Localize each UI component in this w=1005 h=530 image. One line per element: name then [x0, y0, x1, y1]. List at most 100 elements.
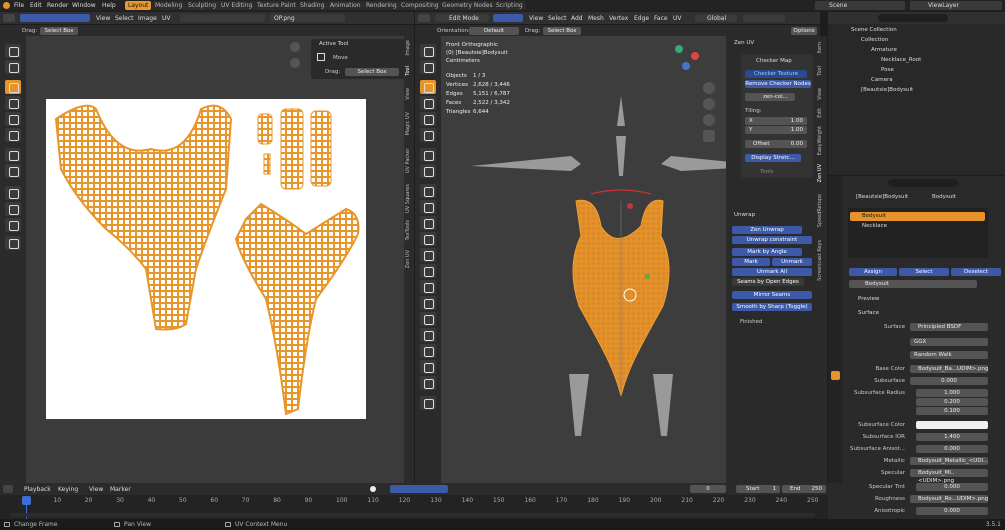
material-slot-necklace[interactable]: Necklace — [862, 223, 887, 229]
vp-menu-add[interactable]: Add — [571, 15, 583, 22]
uv-tool-cursor[interactable] — [5, 44, 21, 58]
vp-tool-scale[interactable] — [420, 112, 436, 126]
vp-tab-tool[interactable]: Tool — [817, 66, 827, 76]
timeline-scrollbar[interactable] — [10, 513, 815, 517]
vp-tool-poly-build[interactable] — [420, 280, 436, 294]
mark-by-angle-button[interactable]: Mark by Angle — [732, 248, 802, 256]
vp-menu-select[interactable]: Select — [548, 15, 567, 22]
finished-label[interactable]: Finished — [740, 319, 763, 325]
uv-menu-view[interactable]: View — [96, 15, 110, 22]
zen-unwrap-button[interactable]: Zen Unwrap — [732, 226, 802, 234]
uv-tool-move[interactable] — [5, 80, 21, 94]
options-button[interactable]: Options — [791, 27, 817, 35]
surface-panel[interactable]: Surface — [858, 310, 879, 316]
prop-subsurface-ior-value[interactable]: 1.400 — [916, 433, 988, 441]
editor-type-icon[interactable] — [3, 14, 15, 22]
uv-tool-rip[interactable] — [5, 164, 21, 178]
timeline-menu-playback[interactable]: Playback — [24, 486, 51, 493]
distribution-field[interactable]: GGX — [910, 338, 988, 346]
uv-tool-relax[interactable] — [5, 202, 21, 216]
mode-selector[interactable]: Edit Mode — [435, 14, 489, 22]
visibility-toggles[interactable] — [976, 37, 1002, 95]
vp-tool-bevel[interactable] — [420, 232, 436, 246]
vp-menu-edge[interactable]: Edge — [634, 15, 649, 22]
prop-subsurface-color-swatch[interactable] — [916, 421, 988, 429]
outliner-bodysuit[interactable]: [Beautsie]Bodysuit — [861, 87, 913, 93]
material-name-field[interactable]: Bodysuit — [849, 280, 977, 288]
unwrap-constraint-button[interactable]: Unwrap constraint — [732, 236, 812, 244]
vp-menu-face[interactable]: Face — [654, 15, 668, 22]
uv-tab-view[interactable]: View — [405, 88, 415, 100]
tab-texture-paint[interactable]: Texture Paint — [254, 1, 299, 10]
prop-roughness-value[interactable]: Bodysuit_Ro...UDIM>.png — [910, 495, 988, 503]
start-frame-field[interactable]: Start 1 — [736, 485, 780, 493]
uv-tool-checker[interactable] — [5, 236, 21, 250]
vp-tab-item[interactable]: Item — [817, 42, 827, 53]
tab-sculpting[interactable]: Sculpting — [185, 1, 220, 10]
view-layer-selector[interactable]: ViewLayer — [910, 1, 1002, 10]
vp-tab-easyweight[interactable]: EasyWeight — [817, 126, 827, 155]
vp-tool-move[interactable] — [420, 80, 436, 94]
material-slot-bodysuit[interactable]: Bodysuit — [850, 212, 985, 221]
vp-tool-cursor[interactable] — [420, 60, 436, 74]
uv-tab-uv-squares[interactable]: UV Squares — [405, 184, 415, 213]
vp-tool-add-cube[interactable] — [420, 184, 436, 198]
vp-tool-annotate[interactable] — [420, 148, 436, 162]
active-tool-drag-select[interactable]: Select Box — [345, 68, 399, 76]
vp-tool-extrude[interactable] — [420, 200, 436, 214]
uv-tab-uv-packer[interactable]: UV Packer — [405, 148, 415, 173]
vp-tool-smooth[interactable] — [420, 312, 436, 326]
prop-base-color-value[interactable]: Bodysuit_Ba...UDIM>.png — [910, 365, 989, 373]
uv-tool-pinch[interactable] — [5, 218, 21, 232]
uv-drag-select[interactable]: Select Box — [40, 27, 78, 35]
tab-modeling[interactable]: Modeling — [152, 1, 186, 10]
vp-tab-zen-uv[interactable]: Zen UV — [817, 164, 827, 182]
record-icon[interactable] — [370, 486, 376, 492]
prop-subsurface-radius-x[interactable]: 1.000 — [916, 389, 988, 397]
vp-menu-uv[interactable]: UV — [673, 15, 682, 22]
prop-specular-value[interactable]: Bodysuit_Mi..<UDIM>.png — [910, 469, 988, 484]
mirror-seams-button[interactable]: Mirror Seams — [732, 291, 812, 299]
uv-menu-select[interactable]: Select — [115, 15, 134, 22]
outliner-search-input[interactable] — [878, 14, 948, 22]
tab-animation[interactable]: Animation — [327, 1, 364, 10]
playhead[interactable] — [22, 496, 31, 505]
uv-toolbar-icons[interactable] — [180, 14, 265, 22]
uv-menu-image[interactable]: Image — [138, 15, 157, 22]
prop-specular-tint-value[interactable]: 0.000 — [916, 483, 988, 491]
timeline-menu-view[interactable]: View — [89, 486, 103, 493]
navigation-gizmo[interactable] — [669, 42, 705, 78]
playback-controls[interactable] — [390, 485, 448, 493]
checker-texture-button[interactable]: Checker Texture — [745, 70, 807, 78]
viewport-editor-type-icon[interactable] — [418, 14, 430, 22]
timeline-ruler[interactable]: 0102030405060708090100110120130140150160… — [0, 496, 828, 506]
seams-by-open-edges-button[interactable]: Seams by Open Edges — [732, 278, 804, 286]
mark-button[interactable]: Mark — [732, 258, 770, 266]
menu-edit[interactable]: Edit — [30, 2, 42, 9]
select-button[interactable]: Select — [899, 268, 949, 276]
prop-metallic-value[interactable]: Bodysuit_Metallic_<UDI... — [910, 457, 988, 465]
vp-tool-select[interactable] — [420, 44, 436, 58]
grid-icon[interactable] — [703, 130, 715, 142]
gizmo-y-axis[interactable] — [675, 45, 683, 53]
uv-tool-transform[interactable] — [5, 128, 21, 142]
vp-drag-select[interactable]: Select Box — [543, 27, 581, 35]
timeline-editor-icon[interactable] — [3, 485, 13, 493]
snapping-icons[interactable] — [743, 14, 785, 22]
uv-select-mode-buttons[interactable] — [20, 14, 90, 22]
select-mode-buttons[interactable] — [493, 14, 523, 22]
assign-button[interactable]: Assign — [849, 268, 897, 276]
scene-selector[interactable]: Scene — [815, 1, 905, 10]
uv-tab-zen-uv[interactable]: Zen UV — [405, 250, 415, 268]
outliner-scene-collection[interactable]: Scene Collection — [851, 27, 897, 33]
prop-subsurface-radius-y[interactable]: 0.200 — [916, 398, 988, 406]
vp-menu-view[interactable]: View — [529, 15, 543, 22]
uv-zoom-icon[interactable] — [290, 42, 300, 52]
vp-tool-inset[interactable] — [420, 216, 436, 230]
menu-window[interactable]: Window — [72, 2, 96, 9]
menu-help[interactable]: Help — [102, 2, 116, 9]
outliner-necklace-root[interactable]: Necklace_Root — [881, 57, 921, 63]
subsurface-method-field[interactable]: Random Walk — [910, 351, 988, 359]
tab-geometry-nodes[interactable]: Geometry Nodes — [439, 1, 496, 10]
vp-tool-rip[interactable] — [420, 376, 436, 390]
